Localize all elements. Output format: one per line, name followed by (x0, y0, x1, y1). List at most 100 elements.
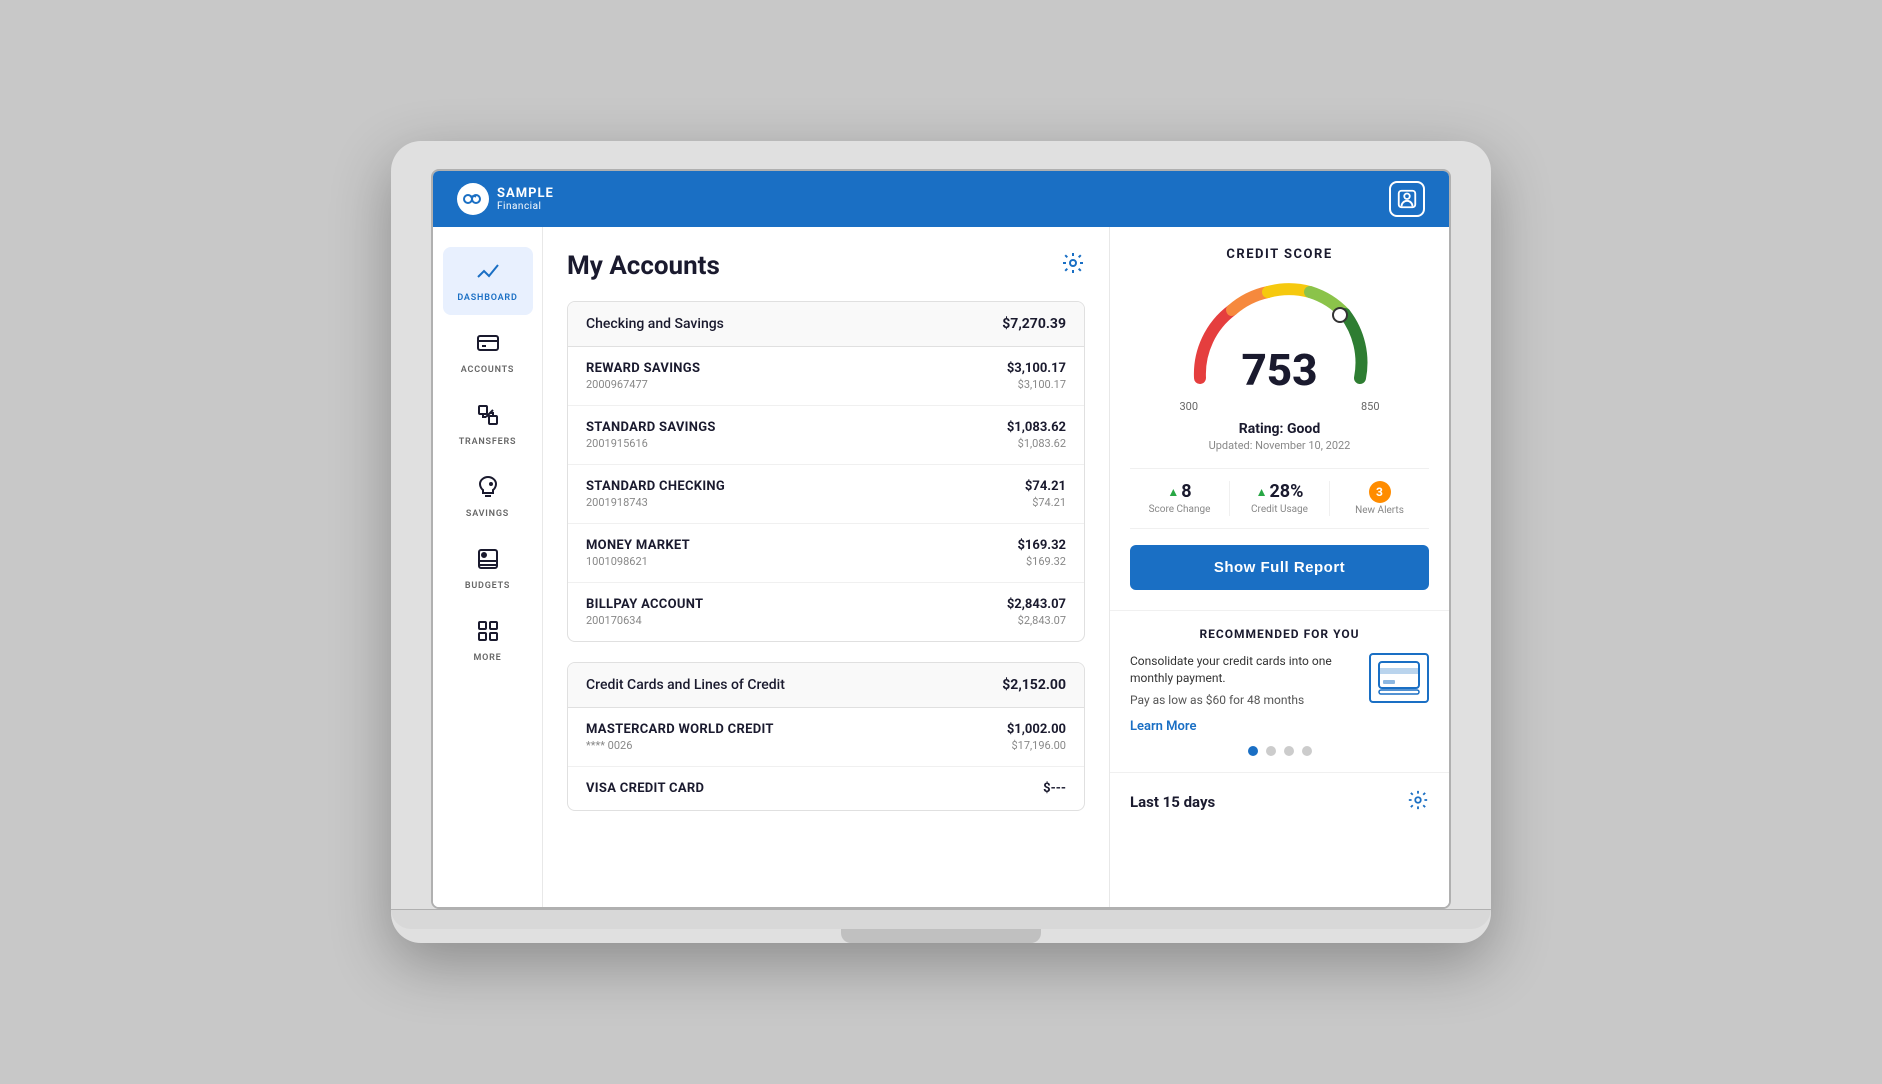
laptop-screen: SAMPLE Financial (431, 169, 1451, 909)
score-change-label: Score Change (1138, 504, 1221, 515)
score-change-value: ▲ 8 (1138, 481, 1221, 502)
group-total-credit: $2,152.00 (1002, 677, 1066, 693)
account-available: $2,843.07 (1007, 614, 1066, 627)
carousel-dot-3[interactable] (1284, 746, 1294, 756)
credit-cards-header: Credit Cards and Lines of Credit $2,152.… (568, 663, 1084, 708)
accounts-panel: My Accounts Checking and Savings $7 (543, 227, 1109, 907)
right-panel: CREDIT SCORE (1109, 227, 1449, 907)
last-days-section: Last 15 days (1110, 773, 1449, 831)
account-available: $3,100.17 (1007, 378, 1066, 391)
sidebar-item-savings[interactable]: SAVINGS (443, 463, 533, 531)
account-row-billpay[interactable]: BILLPAY ACCOUNT 200170634 $2,843.07 $2,8… (568, 583, 1084, 641)
account-name: STANDARD CHECKING (586, 479, 725, 494)
more-icon (476, 619, 500, 649)
account-available: $169.32 (1017, 555, 1066, 568)
account-number: 1001098621 (586, 555, 690, 568)
sidebar-item-more[interactable]: MORE (443, 607, 533, 675)
account-name: MASTERCARD WORLD CREDIT (586, 722, 774, 737)
account-balance: $1,002.00 (1007, 722, 1066, 737)
page-title: My Accounts (567, 251, 720, 281)
account-balance: $74.21 (1025, 479, 1066, 494)
account-name: BILLPAY ACCOUNT (586, 597, 703, 612)
recommended-title: RECOMMENDED FOR YOU (1130, 627, 1429, 641)
gauge-labels: 300 850 (1180, 400, 1380, 413)
account-row-mastercard[interactable]: MASTERCARD WORLD CREDIT **** 0026 $1,002… (568, 708, 1084, 767)
stat-new-alerts: 3 New Alerts (1330, 481, 1429, 516)
credit-card-recommendation-icon (1369, 653, 1429, 703)
credit-gauge: 753 (1180, 278, 1380, 392)
stat-credit-usage: ▲ 28% Credit Usage (1230, 481, 1330, 516)
credit-updated: Updated: November 10, 2022 (1130, 439, 1429, 452)
main-container: DASHBOARD ACCOUNTS (433, 227, 1449, 907)
account-name: MONEY MARKET (586, 538, 690, 553)
account-name: REWARD SAVINGS (586, 361, 700, 376)
account-row-reward-savings[interactable]: REWARD SAVINGS 2000967477 $3,100.17 $3,1… (568, 347, 1084, 406)
group-name-credit: Credit Cards and Lines of Credit (586, 677, 785, 693)
sidebar-item-dashboard[interactable]: DASHBOARD (443, 247, 533, 315)
account-row-visa[interactable]: VISA CREDIT CARD $--- (568, 767, 1084, 810)
credit-usage-label: Credit Usage (1238, 504, 1321, 515)
account-available: $74.21 (1025, 496, 1066, 509)
sidebar: DASHBOARD ACCOUNTS (433, 227, 543, 907)
account-balance: $169.32 (1017, 538, 1066, 553)
laptop-frame: SAMPLE Financial (391, 141, 1491, 943)
carousel-dots (1130, 746, 1429, 756)
transfers-icon (476, 403, 500, 433)
savings-icon (476, 475, 500, 505)
account-number: 2000967477 (586, 378, 700, 391)
recommended-card: Consolidate your credit cards into one m… (1130, 653, 1429, 734)
credit-usage-value: ▲ 28% (1238, 481, 1321, 502)
brand: SAMPLE Financial (457, 183, 554, 215)
laptop-stand (841, 929, 1041, 943)
last-days-title: Last 15 days (1130, 793, 1215, 811)
laptop-bottom (391, 909, 1491, 929)
show-full-report-button[interactable]: Show Full Report (1130, 545, 1429, 590)
account-number: 2001915616 (586, 437, 716, 450)
account-balance: $1,083.62 (1007, 420, 1066, 435)
dashboard-label: DASHBOARD (457, 293, 517, 303)
user-account-icon[interactable] (1389, 181, 1425, 217)
stat-score-change: ▲ 8 Score Change (1130, 481, 1230, 516)
account-balance: $3,100.17 (1007, 361, 1066, 376)
credit-rating: Rating: Good (1130, 421, 1429, 437)
checking-savings-group: Checking and Savings $7,270.39 REWARD SA… (567, 301, 1085, 642)
account-available: $17,196.00 (1007, 739, 1066, 752)
brand-icon (457, 183, 489, 215)
sidebar-item-transfers[interactable]: TRANSFERS (443, 391, 533, 459)
sidebar-item-budgets[interactable]: BUDGETS (443, 535, 533, 603)
brand-text: SAMPLE Financial (497, 186, 554, 212)
more-label: MORE (473, 653, 501, 663)
carousel-dot-1[interactable] (1248, 746, 1258, 756)
account-number: **** 0026 (586, 739, 774, 752)
brand-sample-label: SAMPLE (497, 186, 554, 201)
accounts-label: ACCOUNTS (461, 365, 514, 375)
account-name: STANDARD SAVINGS (586, 420, 716, 435)
group-name-checking: Checking and Savings (586, 316, 724, 332)
dashboard-icon (476, 259, 500, 289)
account-row-standard-savings[interactable]: STANDARD SAVINGS 2001915616 $1,083.62 $1… (568, 406, 1084, 465)
recommended-section: RECOMMENDED FOR YOU Consolidate your cre… (1110, 611, 1449, 773)
content-area: My Accounts Checking and Savings $7 (543, 227, 1449, 907)
account-balance: $2,843.07 (1007, 597, 1066, 612)
account-available: $1,083.62 (1007, 437, 1066, 450)
account-number: 200170634 (586, 614, 703, 627)
score-stats: ▲ 8 Score Change ▲ 28% Credit Usa (1130, 468, 1429, 529)
account-balance: $--- (1043, 781, 1066, 796)
recommended-text: Consolidate your credit cards into one m… (1130, 653, 1357, 734)
account-name: VISA CREDIT CARD (586, 781, 704, 796)
brand-financial-label: Financial (497, 201, 554, 212)
budgets-icon (476, 547, 500, 577)
carousel-dot-4[interactable] (1302, 746, 1312, 756)
account-row-standard-checking[interactable]: STANDARD CHECKING 2001918743 $74.21 $74.… (568, 465, 1084, 524)
carousel-dot-2[interactable] (1266, 746, 1276, 756)
sidebar-item-accounts[interactable]: ACCOUNTS (443, 319, 533, 387)
accounts-header: My Accounts (567, 251, 1085, 281)
transfers-label: TRANSFERS (459, 437, 517, 447)
top-nav: SAMPLE Financial (433, 171, 1449, 227)
account-row-money-market[interactable]: MONEY MARKET 1001098621 $169.32 $169.32 (568, 524, 1084, 583)
last-days-settings-icon[interactable] (1407, 789, 1429, 815)
learn-more-link[interactable]: Learn More (1130, 719, 1196, 734)
checking-savings-header: Checking and Savings $7,270.39 (568, 302, 1084, 347)
gauge-max-label: 850 (1361, 400, 1380, 413)
accounts-settings-icon[interactable] (1061, 251, 1085, 281)
